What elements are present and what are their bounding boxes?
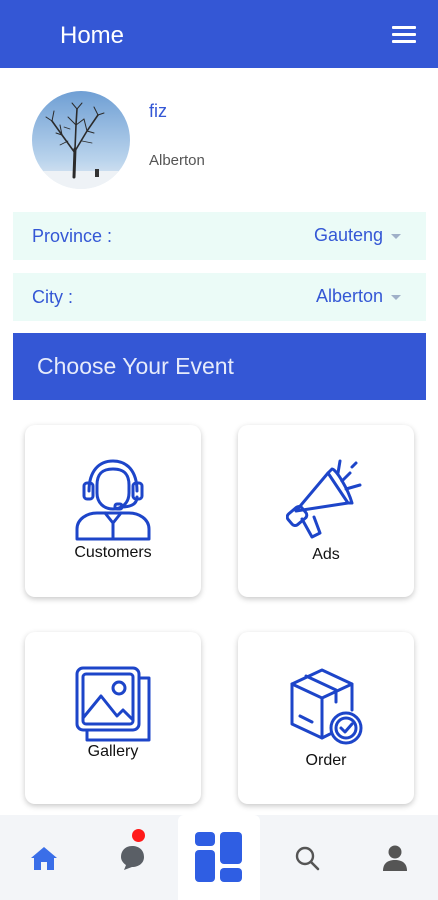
chat-icon — [121, 846, 144, 870]
city-value: Alberton — [315, 286, 383, 306]
megaphone-icon — [286, 459, 362, 539]
search-icon — [295, 846, 320, 871]
nav-chat[interactable] — [118, 829, 148, 878]
order-label: Order — [305, 752, 347, 769]
nav-search[interactable] — [294, 845, 320, 876]
customers-card[interactable]: Customers — [25, 425, 201, 597]
avatar[interactable] — [32, 91, 130, 189]
chevron-down-icon — [391, 295, 401, 300]
nav-home[interactable] — [30, 845, 58, 876]
home-icon — [31, 847, 57, 870]
dashboard-icon — [195, 832, 242, 882]
customers-label: Customers — [74, 544, 152, 561]
city-label: City : — [32, 287, 74, 307]
nav-profile[interactable] — [382, 844, 408, 877]
province-select[interactable]: Province : Gauteng — [13, 212, 426, 260]
bottom-navigation — [0, 815, 438, 900]
province-value: Gauteng — [313, 225, 383, 245]
customer-support-icon — [75, 459, 151, 541]
gallery-icon — [75, 666, 151, 742]
chevron-down-icon — [391, 234, 401, 239]
hamburger-menu-icon[interactable] — [392, 26, 416, 44]
ads-card[interactable]: Ads — [238, 425, 414, 597]
gallery-card[interactable]: Gallery — [25, 632, 201, 804]
province-label: Province : — [32, 226, 113, 246]
profile-section: fiz Alberton — [0, 68, 438, 208]
ads-label: Ads — [312, 546, 340, 563]
profile-name: fiz — [149, 101, 167, 121]
profile-icon — [383, 845, 407, 871]
page-title: Home — [60, 22, 125, 49]
nav-dashboard[interactable] — [195, 832, 243, 889]
choose-event-banner: Choose Your Event — [13, 333, 426, 400]
app-header: Home — [0, 0, 438, 68]
city-select[interactable]: City : Alberton — [13, 273, 426, 321]
box-check-icon — [290, 668, 363, 745]
banner-text: Choose Your Event — [37, 353, 234, 379]
profile-location: Alberton — [149, 152, 205, 169]
gallery-label: Gallery — [87, 743, 139, 760]
notification-badge — [132, 829, 145, 842]
order-card[interactable]: Order — [238, 632, 414, 804]
